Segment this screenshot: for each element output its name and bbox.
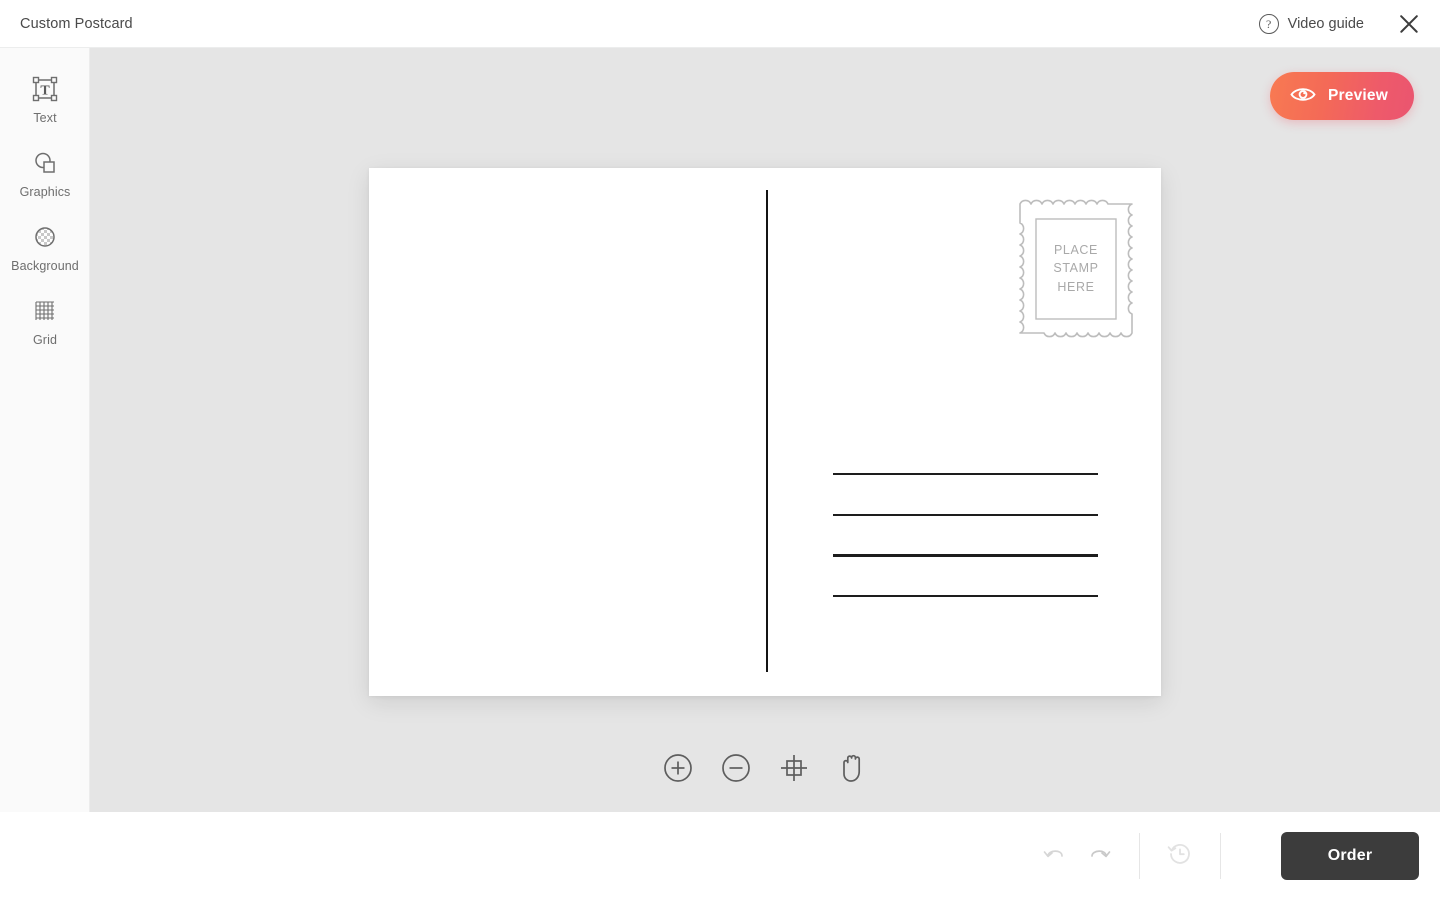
text-frame-icon: T <box>32 74 58 104</box>
question-mark-icon: ? <box>1258 13 1279 34</box>
postcard-editor-app: Custom Postcard ? Video guide T Text Gra… <box>0 0 1440 900</box>
preview-button[interactable]: Preview <box>1270 72 1414 120</box>
shapes-icon <box>32 148 58 178</box>
hand-icon <box>838 753 866 788</box>
video-guide-label: Video guide <box>1287 15 1364 32</box>
history-controls <box>1033 833 1239 879</box>
clock-revert-icon <box>1167 841 1193 872</box>
postcard-artboard[interactable]: PLACE STAMP HERE <box>369 168 1161 696</box>
address-line[interactable] <box>833 473 1098 476</box>
stamp-placeholder[interactable]: PLACE STAMP HERE <box>1017 195 1135 342</box>
eye-icon <box>1290 85 1316 107</box>
sidebar-item-background[interactable]: Background <box>0 222 90 290</box>
undo-arrow-icon <box>1042 841 1068 872</box>
sidebar-item-label: Background <box>11 259 79 273</box>
order-button[interactable]: Order <box>1281 832 1419 880</box>
bottom-bar: Order <box>0 812 1440 900</box>
stamp-placeholder-text: PLACE STAMP HERE <box>1017 195 1135 342</box>
top-bar-actions: ? Video guide <box>1258 11 1422 37</box>
plus-circle-icon <box>663 753 693 788</box>
sidebar-item-label: Graphics <box>19 185 71 199</box>
canvas-tools <box>90 752 1440 788</box>
grid-icon <box>33 296 57 326</box>
address-line[interactable] <box>833 513 1098 516</box>
video-guide-button[interactable]: ? Video guide <box>1258 13 1364 34</box>
top-bar: Custom Postcard ? Video guide <box>0 0 1440 48</box>
preview-button-label: Preview <box>1328 87 1388 104</box>
checker-circle-icon <box>32 222 58 252</box>
stamp-text-line: STAMP <box>1053 261 1099 276</box>
stamp-text-line: PLACE <box>1054 242 1098 257</box>
address-line[interactable] <box>833 554 1098 557</box>
address-line[interactable] <box>833 595 1098 598</box>
postcard-center-divider <box>766 190 769 672</box>
sidebar: T Text Graphics Background Grid <box>0 48 90 812</box>
pan-button[interactable] <box>834 752 870 788</box>
sidebar-item-text[interactable]: T Text <box>0 74 90 142</box>
fit-to-screen-button[interactable] <box>776 752 812 788</box>
stamp-text-line: HERE <box>1057 279 1095 294</box>
redo-button[interactable] <box>1077 834 1121 878</box>
history-button[interactable] <box>1158 834 1202 878</box>
divider <box>1220 833 1221 879</box>
zoom-out-button[interactable] <box>718 752 754 788</box>
page-title: Custom Postcard <box>20 15 133 32</box>
sidebar-item-label: Grid <box>32 333 57 347</box>
sidebar-item-graphics[interactable]: Graphics <box>0 148 90 216</box>
svg-text:T: T <box>40 84 50 99</box>
canvas-area: Preview PLACE STAMP HERE <box>90 48 1440 812</box>
sidebar-item-label: Text <box>33 111 57 125</box>
zoom-in-button[interactable] <box>660 752 696 788</box>
crop-frame-icon <box>779 753 809 788</box>
redo-arrow-icon <box>1086 841 1112 872</box>
address-lines <box>833 473 1098 598</box>
close-icon[interactable] <box>1396 11 1422 37</box>
divider <box>1139 833 1140 879</box>
sidebar-item-grid[interactable]: Grid <box>0 296 90 364</box>
undo-button[interactable] <box>1033 834 1077 878</box>
minus-circle-icon <box>721 753 751 788</box>
